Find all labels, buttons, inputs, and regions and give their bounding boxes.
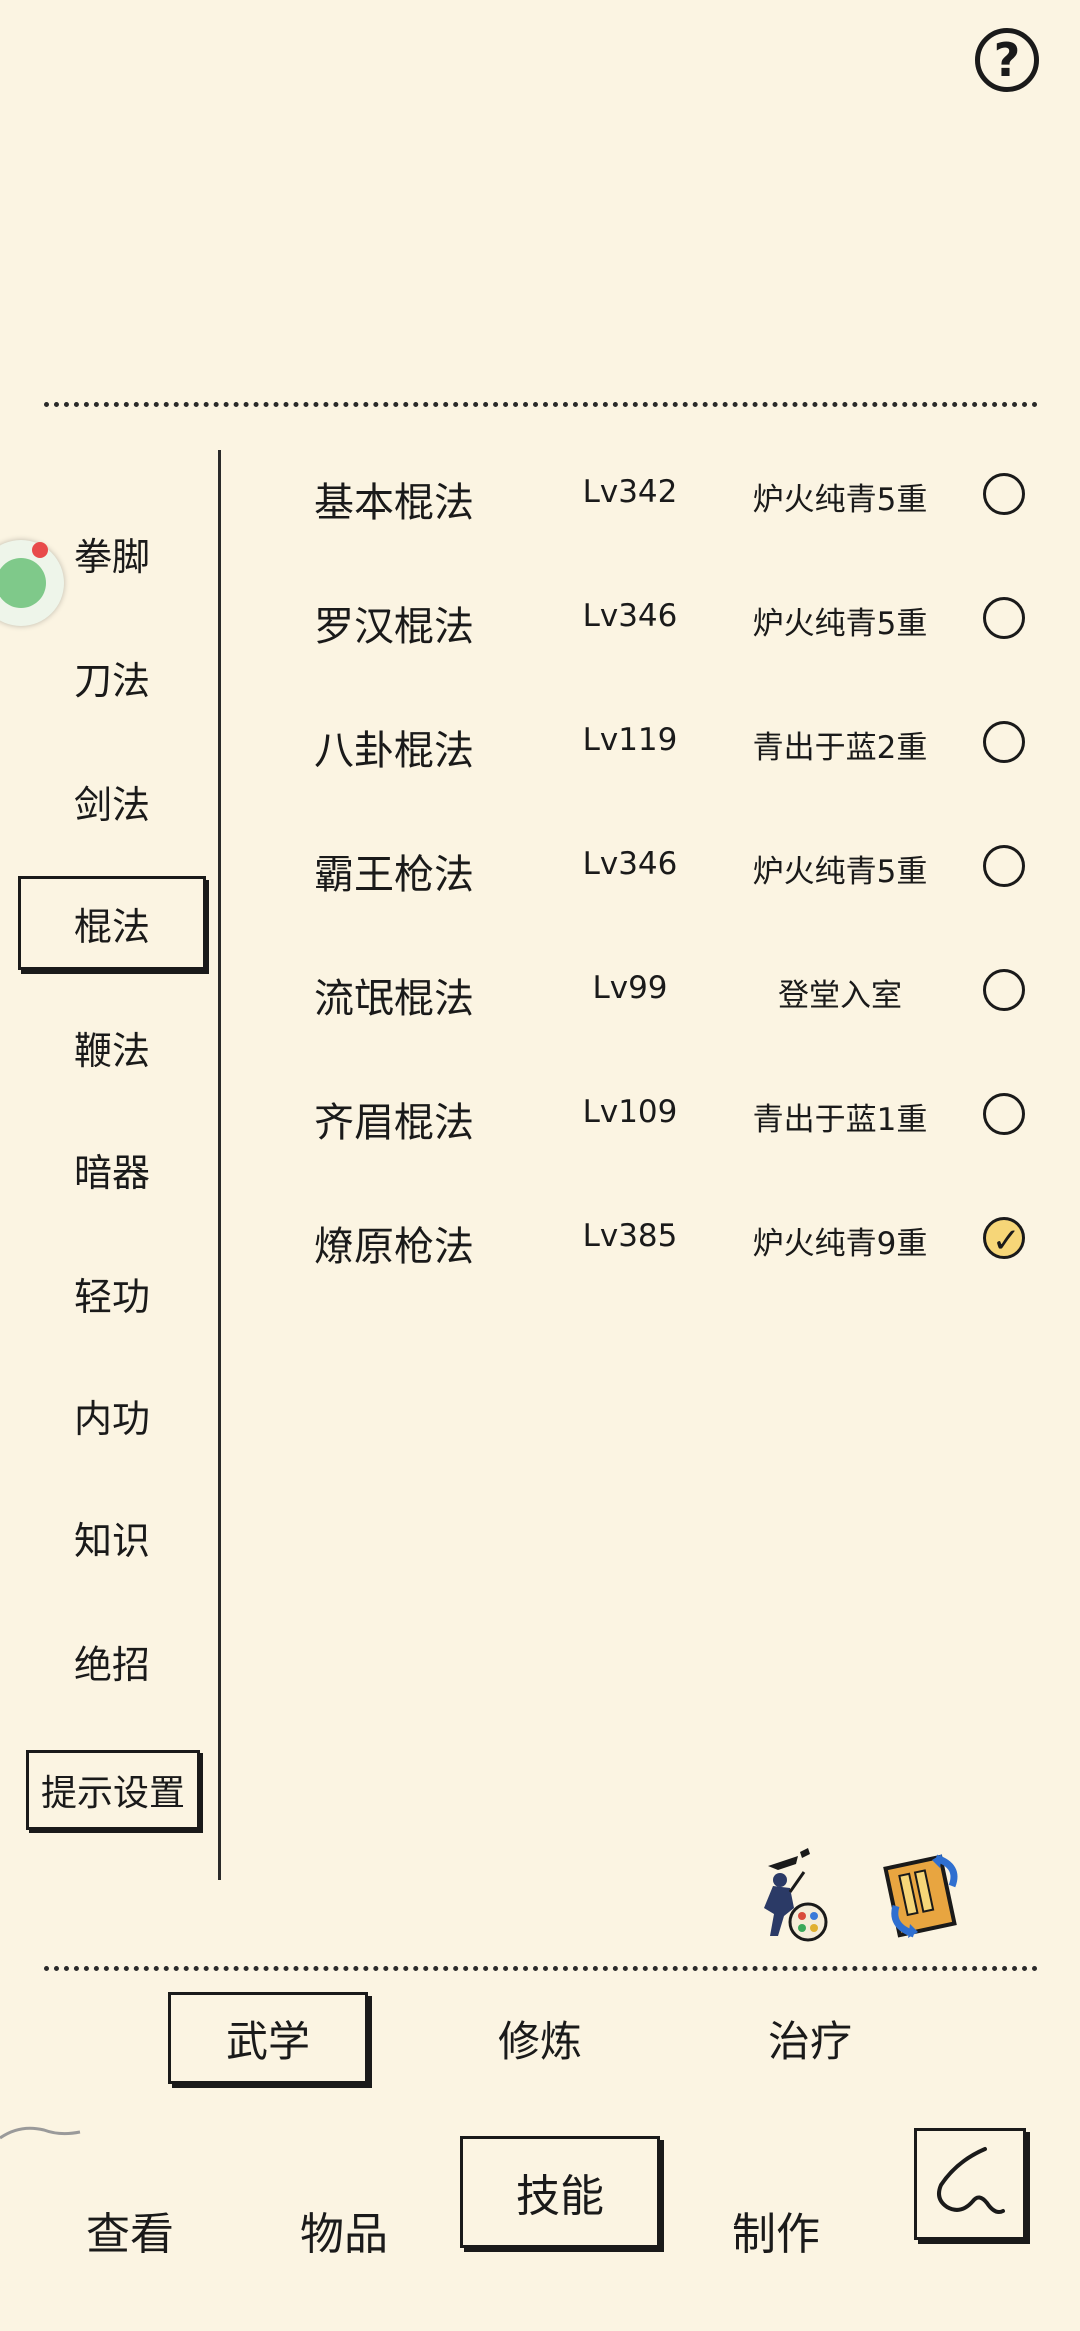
skill-row[interactable]: 基本棍法 Lv342 炉火纯青5重 — [240, 448, 1040, 538]
category-jianfa[interactable]: 剑法 — [18, 754, 206, 848]
skill-level: Lv385 — [582, 1218, 678, 1254]
category-bianfa[interactable]: 鞭法 — [18, 1000, 206, 1094]
tab-wuxue[interactable]: 武学 — [168, 1992, 368, 2084]
skill-row[interactable]: 罗汉棍法 Lv346 炉火纯青5重 — [240, 572, 1040, 662]
skill-grade: 炉火纯青9重 — [752, 1226, 928, 1262]
skill-level: Lv346 — [582, 846, 678, 882]
skill-level: Lv109 — [582, 1094, 678, 1130]
bottom-divider — [44, 1966, 1038, 1971]
help-question-icon[interactable]: ? — [975, 28, 1039, 92]
skill-name: 罗汉棍法 — [314, 604, 474, 650]
category-anqi[interactable]: 暗器 — [18, 1122, 206, 1216]
skill-level: Lv342 — [582, 474, 678, 510]
skill-radio-checked[interactable]: ✓ — [983, 1217, 1025, 1259]
skill-name: 齐眉棍法 — [314, 1100, 474, 1146]
skill-grade: 炉火纯青5重 — [752, 854, 928, 890]
skill-book-swap-icon[interactable] — [874, 1846, 974, 1946]
tab-xiulian[interactable]: 修炼 — [440, 1992, 640, 2084]
skill-radio[interactable] — [983, 845, 1025, 887]
skill-radio[interactable] — [983, 473, 1025, 515]
skill-radio[interactable] — [983, 1093, 1025, 1135]
martial-artist-icon[interactable] — [738, 1846, 838, 1946]
category-neigong[interactable]: 内功 — [18, 1368, 206, 1462]
tab-zhiliao[interactable]: 治疗 — [710, 1992, 910, 2084]
category-daofa[interactable]: 刀法 — [18, 630, 206, 724]
skill-row[interactable]: 八卦棍法 Lv119 青出于蓝2重 — [240, 696, 1040, 786]
skill-name: 燎原枪法 — [314, 1224, 474, 1270]
skill-row[interactable]: 流氓棍法 Lv99 登堂入室 — [240, 944, 1040, 1034]
skill-level: Lv119 — [582, 722, 678, 758]
skill-grade: 登堂入室 — [778, 978, 902, 1014]
skill-name: 流氓棍法 — [314, 976, 474, 1022]
nav-wupin[interactable]: 物品 — [244, 2174, 444, 2286]
category-divider-line — [218, 450, 221, 1880]
category-qinggong[interactable]: 轻功 — [18, 1246, 206, 1340]
category-juezhao[interactable]: 绝招 — [18, 1614, 206, 1708]
skill-radio[interactable] — [983, 597, 1025, 639]
skill-screen: ? 拳脚 刀法 剑法 棍法 鞭法 暗器 轻功 内功 知识 绝招 提示设置 基本棍… — [0, 0, 1080, 2331]
skill-level: Lv99 — [592, 970, 668, 1006]
nav-jineng[interactable]: 技能 — [460, 2136, 660, 2248]
category-zhishi[interactable]: 知识 — [18, 1490, 206, 1584]
category-gunfa[interactable]: 棍法 — [18, 876, 206, 970]
skill-level: Lv346 — [582, 598, 678, 634]
skill-name: 霸王枪法 — [314, 852, 474, 898]
skill-grade: 炉火纯青5重 — [752, 606, 928, 642]
skill-grade: 青出于蓝1重 — [752, 1102, 928, 1138]
skill-radio[interactable] — [983, 721, 1025, 763]
skill-row[interactable]: 霸王枪法 Lv346 炉火纯青5重 — [240, 820, 1040, 910]
skill-row[interactable]: 齐眉棍法 Lv109 青出于蓝1重 — [240, 1068, 1040, 1158]
skill-grade: 炉火纯青5重 — [752, 482, 928, 518]
checkmark-icon: ✓ — [992, 1221, 1021, 1261]
tip-settings-button[interactable]: 提示设置 — [26, 1750, 200, 1830]
top-divider — [44, 402, 1038, 407]
nav-chakan[interactable]: 查看 — [30, 2174, 230, 2286]
skill-radio[interactable] — [983, 969, 1025, 1011]
category-quanjiao[interactable]: 拳脚 — [18, 506, 206, 600]
back-button[interactable] — [914, 2128, 1026, 2240]
skill-name: 基本棍法 — [314, 480, 474, 526]
skill-grade: 青出于蓝2重 — [752, 730, 928, 766]
skill-row[interactable]: 燎原枪法 Lv385 炉火纯青9重 ✓ — [240, 1192, 1040, 1282]
skill-name: 八卦棍法 — [314, 728, 474, 774]
nav-zhizuo[interactable]: 制作 — [676, 2174, 876, 2286]
back-swirl-icon — [937, 2147, 1005, 2214]
